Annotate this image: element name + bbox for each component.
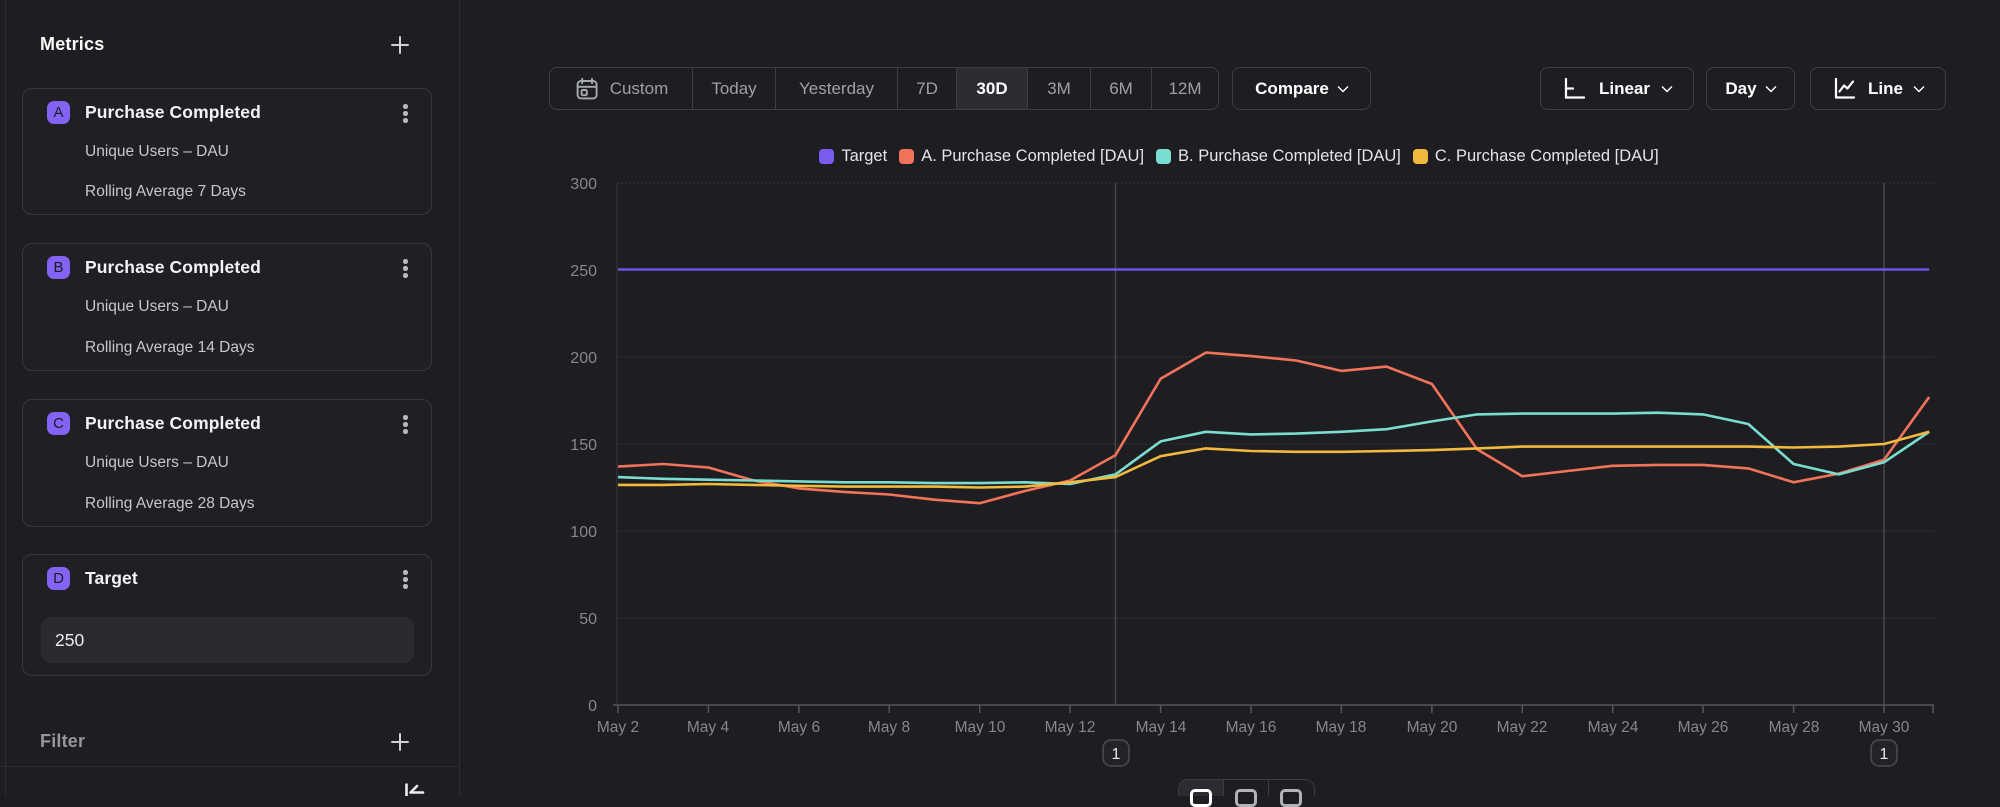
svg-text:May 22: May 22 bbox=[1497, 719, 1548, 736]
svg-text:150: 150 bbox=[570, 437, 597, 454]
svg-text:250: 250 bbox=[570, 263, 597, 280]
svg-text:May 26: May 26 bbox=[1678, 719, 1729, 736]
svg-text:200: 200 bbox=[570, 350, 597, 367]
svg-text:May 2: May 2 bbox=[597, 719, 639, 736]
svg-text:May 28: May 28 bbox=[1769, 719, 1820, 736]
svg-text:50: 50 bbox=[579, 611, 597, 628]
svg-text:May 14: May 14 bbox=[1136, 719, 1187, 736]
svg-text:May 10: May 10 bbox=[955, 719, 1006, 736]
svg-text:May 16: May 16 bbox=[1226, 719, 1277, 736]
svg-text:May 24: May 24 bbox=[1588, 719, 1639, 736]
svg-text:May 12: May 12 bbox=[1045, 719, 1096, 736]
svg-text:300: 300 bbox=[570, 176, 597, 193]
svg-text:May 20: May 20 bbox=[1407, 719, 1458, 736]
svg-text:100: 100 bbox=[570, 524, 597, 541]
svg-text:0: 0 bbox=[588, 698, 597, 715]
svg-text:May 30: May 30 bbox=[1859, 719, 1910, 736]
svg-text:1: 1 bbox=[1880, 746, 1889, 763]
svg-text:1: 1 bbox=[1112, 746, 1121, 763]
svg-text:May 8: May 8 bbox=[868, 719, 910, 736]
svg-text:May 4: May 4 bbox=[687, 719, 730, 736]
svg-text:May 6: May 6 bbox=[778, 719, 820, 736]
svg-text:May 18: May 18 bbox=[1316, 719, 1367, 736]
